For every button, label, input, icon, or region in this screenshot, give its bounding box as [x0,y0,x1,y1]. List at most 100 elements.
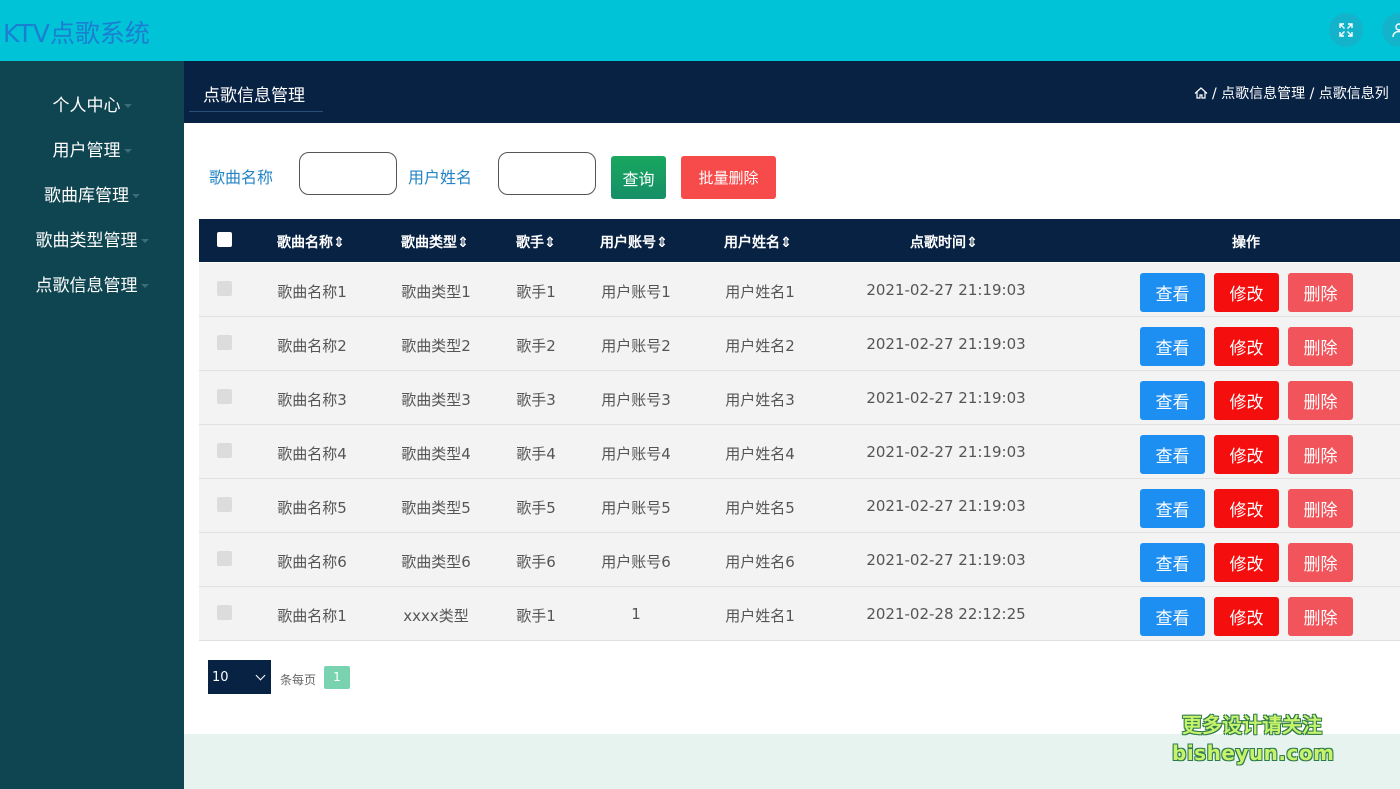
column-header-song-name[interactable]: 歌曲名称⇕ [277,232,345,252]
page-size-select[interactable]: 10 [208,660,271,694]
singer-cell: 歌手5 [516,499,556,517]
song-name-cell: 歌曲名称1 [277,607,347,625]
view-button[interactable]: 查看 [1140,597,1205,636]
per-page-label: 条每页 [280,673,317,687]
sidebar-item-label: 用户管理 [52,141,121,161]
row-checkbox[interactable] [217,335,232,350]
column-header-song-type[interactable]: 歌曲类型⇕ [401,232,469,252]
caret-down-icon [140,284,149,288]
singer-cell: 歌手4 [516,445,556,463]
query-button[interactable]: 查询 [611,156,666,199]
view-button[interactable]: 查看 [1140,381,1205,420]
delete-button[interactable]: 删除 [1288,543,1353,582]
request-time-cell: 2021-02-27 21:19:03 [866,335,1026,353]
breadcrumb-path[interactable]: / 点歌信息管理 / 点歌信息列 [1212,86,1389,102]
user-name-label: 用户姓名 [408,168,473,187]
edit-button[interactable]: 修改 [1214,543,1279,582]
app-title: KTV点歌系统 [3,19,150,48]
page-title: 点歌信息管理 [203,86,305,106]
song-type-cell: 歌曲类型4 [401,445,471,463]
main-content: 歌曲名称 用户姓名 查询 批量删除 歌曲名称⇕ 歌曲类型⇕ 歌手⇕ 用户账号⇕ … [184,123,1400,734]
user-account-cell: 用户账号5 [601,499,671,517]
watermark: 更多设计请关注 bisheyun.com [1172,711,1334,767]
edit-button[interactable]: 修改 [1214,489,1279,528]
delete-button[interactable]: 删除 [1288,381,1353,420]
column-header-user-account[interactable]: 用户账号⇕ [600,232,668,252]
edit-button[interactable]: 修改 [1214,273,1279,312]
user-account-cell: 用户账号3 [601,391,671,409]
row-checkbox[interactable] [217,497,232,512]
select-all-checkbox[interactable] [217,232,232,247]
delete-button[interactable]: 删除 [1288,273,1353,312]
user-icon[interactable] [1382,13,1400,47]
singer-cell: 歌手1 [516,283,556,301]
delete-button[interactable]: 删除 [1288,435,1353,474]
song-name-cell: 歌曲名称2 [277,337,347,355]
user-name-input[interactable] [498,152,596,195]
request-time-cell: 2021-02-28 22:12:25 [866,605,1026,623]
song-type-cell: 歌曲类型5 [401,499,471,517]
song-name-label: 歌曲名称 [209,168,274,187]
user-name-cell: 用户姓名1 [725,607,795,625]
delete-button[interactable]: 删除 [1288,597,1353,636]
row-checkbox[interactable] [217,443,232,458]
sidebar-item-song-library[interactable]: 歌曲库管理 [0,181,184,211]
view-button[interactable]: 查看 [1140,543,1205,582]
song-type-cell: xxxx类型 [403,607,469,625]
page-button-current[interactable]: 1 [324,666,350,689]
user-account-cell: 用户账号6 [601,553,671,571]
edit-button[interactable]: 修改 [1214,327,1279,366]
user-name-cell: 用户姓名6 [725,553,795,571]
page-header: 点歌信息管理 / 点歌信息管理 / 点歌信息列 [184,61,1400,123]
row-checkbox[interactable] [217,389,232,404]
request-time-cell: 2021-02-27 21:19:03 [866,389,1026,407]
song-name-input[interactable] [299,152,397,195]
batch-delete-button[interactable]: 批量删除 [681,156,776,199]
table-row: 歌曲名称6 歌曲类型6 歌手6 用户账号6 用户姓名6 2021-02-27 2… [199,533,1400,587]
delete-button[interactable]: 删除 [1288,327,1353,366]
row-checkbox[interactable] [217,551,232,566]
column-header-singer[interactable]: 歌手⇕ [516,232,556,252]
table-header: 歌曲名称⇕ 歌曲类型⇕ 歌手⇕ 用户账号⇕ 用户姓名⇕ 点歌时间⇕ 操作 [199,219,1400,262]
sidebar-item-song-type[interactable]: 歌曲类型管理 [0,226,184,256]
request-time-cell: 2021-02-27 21:19:03 [866,281,1026,299]
song-name-cell: 歌曲名称6 [277,553,347,571]
caret-down-icon [140,239,149,243]
column-header-actions: 操作 [1232,235,1260,251]
user-name-cell: 用户姓名2 [725,337,795,355]
request-time-cell: 2021-02-27 21:19:03 [866,443,1026,461]
table-row: 歌曲名称3 歌曲类型3 歌手3 用户账号3 用户姓名3 2021-02-27 2… [199,371,1400,425]
sidebar-item-label: 点歌信息管理 [35,276,138,296]
caret-down-icon [132,194,140,198]
chevron-down-icon [255,670,266,681]
song-type-cell: 歌曲类型1 [401,283,471,301]
expand-icon[interactable] [1329,13,1363,47]
top-bar: KTV点歌系统 [0,0,1400,61]
edit-button[interactable]: 修改 [1214,435,1279,474]
column-header-request-time[interactable]: 点歌时间⇕ [910,232,978,252]
row-checkbox[interactable] [217,281,232,296]
edit-button[interactable]: 修改 [1214,381,1279,420]
edit-button[interactable]: 修改 [1214,597,1279,636]
request-time-cell: 2021-02-27 21:19:03 [866,497,1026,515]
watermark-line-1: 更多设计请关注 [1182,713,1322,737]
caret-down-icon [123,104,132,108]
column-header-user-name[interactable]: 用户姓名⇕ [724,232,792,252]
row-checkbox[interactable] [217,605,232,620]
home-icon[interactable] [1194,87,1208,99]
song-name-cell: 歌曲名称1 [277,283,347,301]
delete-button[interactable]: 删除 [1288,489,1353,528]
user-name-cell: 用户姓名1 [725,283,795,301]
table-row: 歌曲名称4 歌曲类型4 歌手4 用户账号4 用户姓名4 2021-02-27 2… [199,425,1400,479]
view-button[interactable]: 查看 [1140,273,1205,312]
sidebar-item-user-management[interactable]: 用户管理 [0,136,184,166]
table-row: 歌曲名称2 歌曲类型2 歌手2 用户账号2 用户姓名2 2021-02-27 2… [199,317,1400,371]
view-button[interactable]: 查看 [1140,489,1205,528]
view-button[interactable]: 查看 [1140,327,1205,366]
sidebar: 个人中心 用户管理 歌曲库管理 歌曲类型管理 点歌信息管理 [0,61,184,789]
sidebar-item-personal-center[interactable]: 个人中心 [0,91,184,121]
singer-cell: 歌手6 [516,553,556,571]
sidebar-item-song-request[interactable]: 点歌信息管理 [0,271,184,301]
user-account-cell: 1 [631,605,641,623]
view-button[interactable]: 查看 [1140,435,1205,474]
